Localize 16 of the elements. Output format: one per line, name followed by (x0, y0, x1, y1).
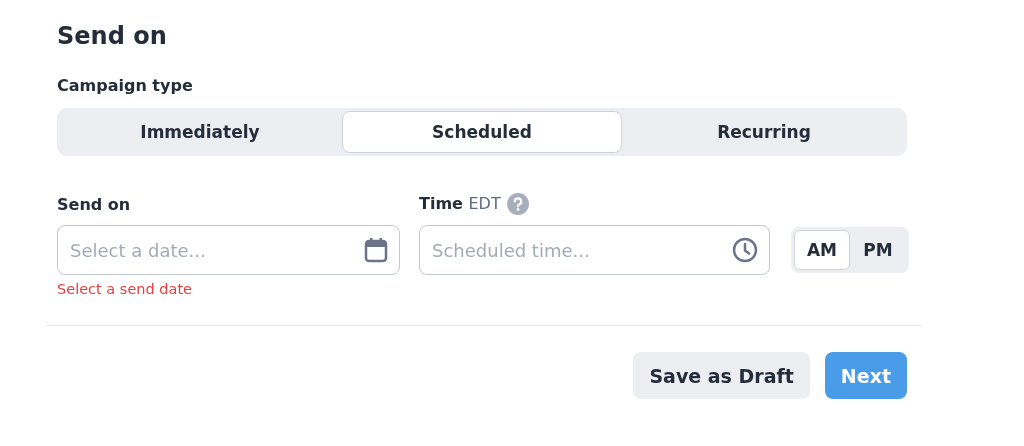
clock-icon (732, 237, 758, 263)
date-field[interactable]: Select a date... (57, 225, 400, 275)
time-label: Time EDT (419, 194, 501, 214)
error-message: Select a send date (57, 281, 193, 298)
campaign-type-option[interactable]: Recurring (624, 111, 904, 153)
campaign-type-option[interactable]: Scheduled (342, 111, 622, 153)
meridiem-option[interactable]: AM (794, 230, 850, 270)
meridiem-option[interactable]: PM (850, 230, 906, 270)
campaign-type-option[interactable]: Immediately (60, 111, 340, 153)
send-on-label: Send on (57, 195, 132, 215)
calendar-icon (364, 237, 388, 263)
save-draft-button[interactable]: Save as Draft (633, 352, 810, 399)
campaign-type-label: Campaign type (57, 76, 194, 96)
help-icon[interactable] (506, 193, 529, 215)
time-field[interactable]: Scheduled time... (419, 225, 770, 275)
section-title: Send on (57, 21, 168, 52)
